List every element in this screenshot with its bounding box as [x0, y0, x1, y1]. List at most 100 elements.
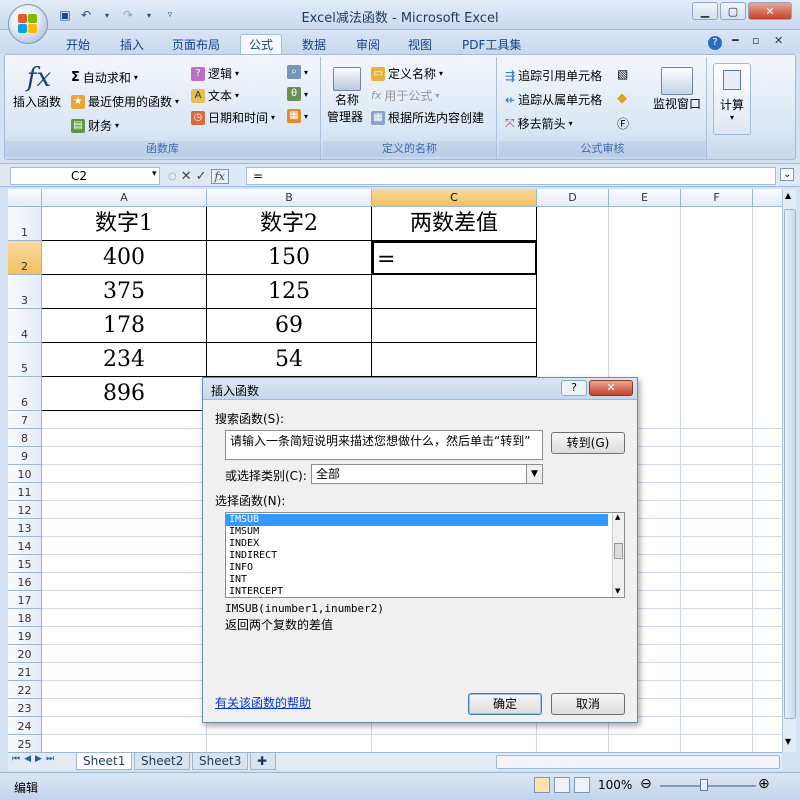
scroll-down-icon[interactable]: ▼ [785, 737, 791, 746]
row-header[interactable]: 17 [8, 591, 42, 609]
zoom-level[interactable]: 100% [598, 778, 632, 792]
help-link[interactable]: 有关该函数的帮助 [215, 694, 311, 711]
sheet-nav-icon[interactable]: ⏮◀▶⏭ [12, 754, 58, 764]
watch-window-button[interactable]: 监视窗口 [649, 67, 705, 112]
column-header-f[interactable]: F [681, 189, 753, 207]
cell-c3[interactable] [372, 275, 537, 309]
chevron-down-icon[interactable]: ▾ [98, 6, 116, 24]
maximize-button[interactable]: ▢ [720, 2, 746, 20]
row-header[interactable]: 5 [8, 343, 42, 377]
row-header[interactable]: 8 [8, 429, 42, 447]
financial-button[interactable]: ▤ 财务 ▾ [71, 117, 119, 134]
show-formulas-icon[interactable]: ▧ [617, 67, 628, 81]
more-functions-button[interactable]: ▦ ▾ [287, 109, 308, 123]
row-header[interactable]: 6 [8, 377, 42, 411]
tab-view[interactable]: 视图 [400, 34, 440, 54]
scrollbar-thumb[interactable] [614, 543, 623, 559]
dialog-close-button[interactable]: ✕ [589, 380, 633, 396]
formula-input[interactable]: = [246, 167, 776, 185]
page-layout-view-icon[interactable] [554, 777, 570, 793]
help-icon[interactable]: ? [708, 36, 722, 50]
cell-a1[interactable]: 数字1 [42, 207, 207, 241]
name-manager-button[interactable]: 名称 管理器 [327, 67, 367, 125]
cancel-icon[interactable]: ✕ [181, 169, 192, 184]
check-icon[interactable]: ✓ [196, 169, 207, 184]
function-item[interactable]: INDIRECT [226, 550, 608, 562]
function-list-scrollbar[interactable]: ▲ ▼ [612, 513, 624, 597]
fx-icon[interactable]: fx [210, 168, 229, 184]
row-header[interactable]: 16 [8, 573, 42, 591]
column-header-e[interactable]: E [609, 189, 681, 207]
undo-icon[interactable]: ↶ [77, 6, 95, 24]
category-select[interactable]: 全部 ▼ [311, 464, 543, 484]
normal-view-icon[interactable] [534, 777, 550, 793]
function-item[interactable]: IMSUB [226, 514, 608, 526]
cancel-button[interactable]: 取消 [551, 693, 625, 715]
row-header[interactable]: 21 [8, 663, 42, 681]
text-button[interactable]: A 文本 ▾ [191, 87, 239, 104]
column-header-a[interactable]: A [42, 189, 207, 207]
cell-a2[interactable]: 400 [42, 241, 207, 275]
function-item[interactable]: INFO [226, 562, 608, 574]
math-button[interactable]: θ ▾ [287, 87, 308, 101]
row-header[interactable]: 23 [8, 699, 42, 717]
cell-c4[interactable] [372, 309, 537, 343]
cell-b5[interactable]: 54 [207, 343, 372, 377]
remove-arrows-button[interactable]: ⤧ 移去箭头 ▾ [505, 115, 573, 132]
error-checking-icon[interactable]: ◆ [617, 91, 627, 106]
logical-button[interactable]: ? 逻辑 ▾ [191, 65, 239, 82]
horizontal-scrollbar[interactable] [496, 755, 780, 769]
row-header[interactable]: 10 [8, 465, 42, 483]
autosum-button[interactable]: Σ 自动求和 ▾ [71, 69, 138, 86]
save-icon[interactable]: ▣ [56, 6, 74, 24]
column-header-d[interactable]: D [537, 189, 609, 207]
vertical-scrollbar[interactable]: ▲ ▼ [782, 189, 796, 752]
row-header[interactable]: 4 [8, 309, 42, 343]
sheet-tab-1[interactable]: Sheet1 [76, 753, 133, 770]
trace-dependents-button[interactable]: ⇷ 追踪从属单元格 [505, 91, 602, 108]
row-header[interactable]: 22 [8, 681, 42, 699]
use-in-formula-button[interactable]: fx 用于公式 ▾ [371, 87, 439, 104]
calculation-button[interactable]: 计算 ▾ [713, 63, 751, 135]
office-button[interactable] [8, 4, 48, 44]
go-button[interactable]: 转到(G) [551, 432, 625, 454]
function-item[interactable]: INDEX [226, 538, 608, 550]
row-header[interactable]: 25 [8, 735, 42, 752]
create-from-selection-button[interactable]: ▦ 根据所选内容创建 [371, 109, 484, 126]
row-header[interactable]: 15 [8, 555, 42, 573]
cell-a5[interactable]: 234 [42, 343, 207, 377]
cell-a6[interactable]: 896 [42, 377, 207, 411]
date-time-button[interactable]: ◷ 日期和时间 ▾ [191, 109, 275, 126]
row-header[interactable]: 18 [8, 609, 42, 627]
row-header[interactable]: 3 [8, 275, 42, 309]
recent-functions-button[interactable]: ★ 最近使用的函数 ▾ [71, 93, 179, 110]
cell-a4[interactable]: 178 [42, 309, 207, 343]
function-item[interactable]: INTERCEPT [226, 586, 608, 597]
insert-sheet-icon[interactable]: ✚ [250, 753, 276, 770]
tab-page-layout[interactable]: 页面布局 [164, 34, 228, 54]
cell-b3[interactable]: 125 [207, 275, 372, 309]
function-item[interactable]: IMSUM [226, 526, 608, 538]
cell-c1[interactable]: 两数差值 [372, 207, 537, 241]
sheet-tab-2[interactable]: Sheet2 [134, 753, 191, 770]
tab-home[interactable]: 开始 [58, 34, 98, 54]
scroll-up-icon[interactable]: ▲ [785, 191, 791, 200]
tab-insert[interactable]: 插入 [112, 34, 152, 54]
row-header[interactable]: 13 [8, 519, 42, 537]
select-all-corner[interactable] [8, 189, 42, 207]
cell-b2[interactable]: 150 [207, 241, 372, 275]
sheet-tab-3[interactable]: Sheet3 [192, 753, 249, 770]
cell-c5[interactable] [372, 343, 537, 377]
chevron-down-icon[interactable]: ▾ [140, 6, 158, 24]
zoom-slider[interactable] [660, 785, 756, 787]
row-header[interactable]: 7 [8, 411, 42, 429]
cell-b1[interactable]: 数字2 [207, 207, 372, 241]
row-header[interactable]: 14 [8, 537, 42, 555]
tab-formulas[interactable]: 公式 [240, 34, 283, 54]
search-input[interactable]: 请输入一条简短说明来描述您想做什么，然后单击“转到” [225, 430, 543, 460]
scroll-up-icon[interactable]: ▲ [615, 513, 620, 521]
chevron-down-icon[interactable]: ▼ [526, 465, 542, 483]
row-header[interactable]: 1 [8, 207, 42, 241]
zoom-in-icon[interactable]: ⊕ [758, 776, 770, 792]
tab-pdf-tools[interactable]: PDF工具集 [454, 34, 529, 54]
